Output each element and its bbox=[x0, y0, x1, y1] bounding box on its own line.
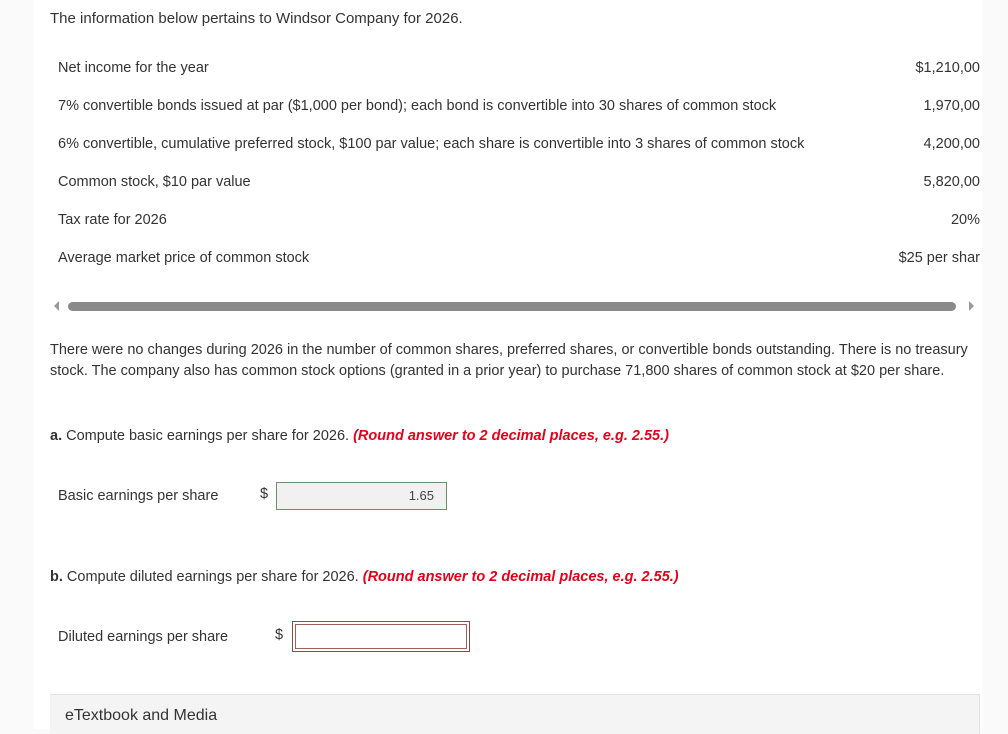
question-panel: The information below pertains to Windso… bbox=[34, 0, 982, 734]
problem-paragraph: There were no changes during 2026 in the… bbox=[50, 342, 968, 379]
row-label: Net income for the year bbox=[58, 60, 209, 76]
row-label: Average market price of common stock bbox=[58, 250, 310, 266]
row-value: $25 per shar bbox=[898, 250, 980, 266]
etextbook-media-section[interactable]: eTextbook and Media bbox=[50, 694, 980, 734]
scroll-left-arrow-icon[interactable] bbox=[54, 301, 59, 311]
question-b-hint: (Round answer to 2 decimal places, e.g. … bbox=[362, 569, 679, 585]
diluted-eps-input-inner[interactable] bbox=[295, 624, 467, 649]
diluted-eps-currency: $ bbox=[275, 627, 284, 643]
table-row: 6% convertible, cumulative preferred sto… bbox=[58, 126, 982, 164]
row-value: $1,210,00 bbox=[915, 60, 980, 76]
row-value: 4,200,00 bbox=[923, 136, 980, 152]
row-label: Tax rate for 2026 bbox=[58, 212, 167, 228]
row-value: 20% bbox=[950, 212, 980, 228]
row-value: 1,970,00 bbox=[923, 98, 980, 114]
row-value: 5,820,00 bbox=[923, 174, 980, 190]
horizontal-scrollbar[interactable] bbox=[54, 296, 974, 318]
basic-eps-label: Basic earnings per share bbox=[58, 488, 219, 504]
data-table: Net income for the year $1,210,00 7% con… bbox=[58, 50, 982, 280]
question-a-prefix: a. bbox=[50, 428, 63, 444]
question-a-text: Compute basic earnings per share for 202… bbox=[62, 428, 354, 444]
intro-text: The information below pertains to Windso… bbox=[50, 10, 463, 27]
table-row: Net income for the year $1,210,00 bbox=[58, 50, 982, 88]
scroll-right-arrow-icon[interactable] bbox=[969, 301, 974, 311]
row-label: 6% convertible, cumulative preferred sto… bbox=[58, 136, 805, 152]
question-a: a. Compute basic earnings per share for … bbox=[50, 428, 669, 444]
basic-eps-currency: $ bbox=[260, 486, 269, 502]
table-row: Average market price of common stock $25… bbox=[58, 240, 982, 278]
question-b-text: Compute diluted earnings per share for 2… bbox=[62, 569, 363, 585]
basic-eps-input[interactable]: 1.65 bbox=[276, 482, 447, 510]
row-label: 7% convertible bonds issued at par ($1,0… bbox=[58, 98, 777, 114]
table-row: Common stock, $10 par value 5,820,00 bbox=[58, 164, 982, 202]
diluted-eps-label: Diluted earnings per share bbox=[58, 629, 229, 645]
table-row: 7% convertible bonds issued at par ($1,0… bbox=[58, 88, 982, 126]
question-a-hint: (Round answer to 2 decimal places, e.g. … bbox=[353, 428, 669, 444]
row-label: Common stock, $10 par value bbox=[58, 174, 251, 190]
scrollbar-thumb[interactable] bbox=[68, 302, 956, 311]
question-b-prefix: b. bbox=[50, 569, 63, 585]
etextbook-media-label[interactable]: eTextbook and Media bbox=[65, 707, 217, 725]
diluted-eps-input[interactable] bbox=[292, 621, 470, 652]
question-b: b. Compute diluted earnings per share fo… bbox=[50, 569, 679, 585]
table-row: Tax rate for 2026 20% bbox=[58, 202, 982, 240]
